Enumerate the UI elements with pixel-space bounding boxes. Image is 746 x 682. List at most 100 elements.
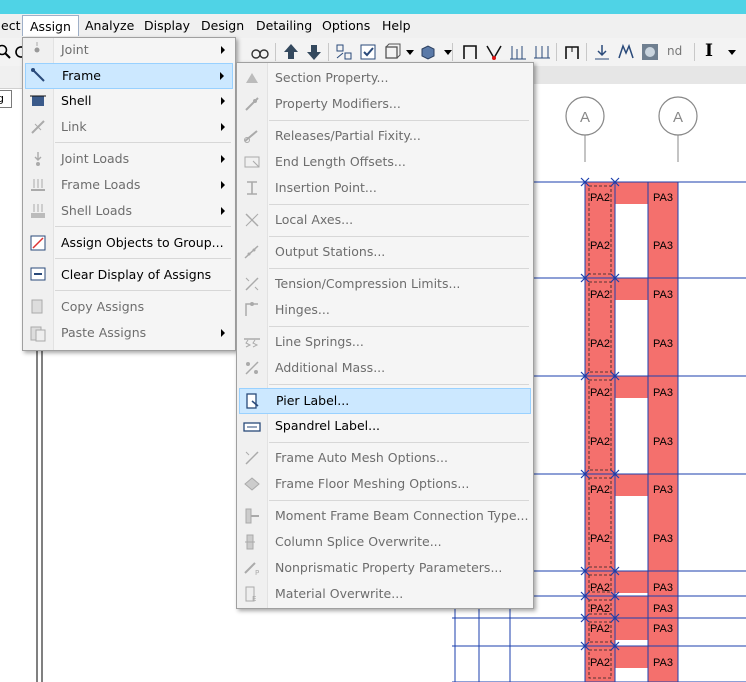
brace-icon[interactable] xyxy=(484,42,504,62)
menu-item-tension-compression-limits[interactable]: Tension/Compression Limits... xyxy=(239,272,531,296)
glasses-icon[interactable] xyxy=(250,42,270,62)
spandrel-fill xyxy=(615,618,648,640)
select-grid-icon[interactable] xyxy=(334,42,354,62)
joint-loads-icon xyxy=(34,152,42,166)
shell-loads-icon xyxy=(31,204,45,218)
menu-display[interactable]: Display xyxy=(137,16,197,35)
menu-item-joint-loads[interactable]: Joint Loads xyxy=(25,147,233,171)
column-icon[interactable] xyxy=(508,42,528,62)
pier-label-pa2: PA2 xyxy=(590,240,610,252)
menu-item-pier-label[interactable]: Pier Label... xyxy=(239,388,531,414)
load-icon[interactable] xyxy=(592,42,612,62)
menu-item-frame[interactable]: Frame xyxy=(25,63,233,89)
pier-label-pa2: PA2 xyxy=(590,533,610,545)
pier-label-pa3: PA3 xyxy=(653,657,673,669)
pier-label-pa3: PA3 xyxy=(653,533,673,545)
menu-item-property-modifiers[interactable]: Property Modifiers... xyxy=(239,92,531,116)
svg-text:P: P xyxy=(255,569,259,577)
menu-item-spandrel-label[interactable]: Spandrel Label... xyxy=(239,414,531,438)
section-property-icon xyxy=(246,73,258,83)
menu-design[interactable]: Design xyxy=(194,16,251,35)
link-icon xyxy=(31,120,45,134)
menu-item-copy-assigns[interactable]: Copy Assigns xyxy=(25,295,233,319)
pier-label-pa2: PA2 xyxy=(590,623,610,635)
menu-item-joint[interactable]: Joint xyxy=(25,38,233,62)
menu-item-frame-loads[interactable]: Frame Loads xyxy=(25,173,233,197)
pier-label-pa2: PA2 xyxy=(590,603,610,615)
spandrel-fill xyxy=(615,571,648,593)
menu-item-column-splice-overwrite[interactable]: Column Splice Overwrite... xyxy=(239,530,531,554)
frame-submenu: Section Property... Property Modifiers..… xyxy=(236,62,534,609)
menu-item-hinges[interactable]: Hinges... xyxy=(239,298,531,322)
releases-icon xyxy=(244,130,258,143)
spandrel-fill xyxy=(615,182,648,204)
menu-item-line-springs[interactable]: Line Springs... xyxy=(239,330,531,354)
move-down-icon[interactable] xyxy=(304,42,324,62)
moment-connection-icon xyxy=(245,508,259,524)
menu-item-link[interactable]: Link xyxy=(25,115,233,139)
menu-item-output-stations[interactable]: Output Stations... xyxy=(239,240,531,264)
spandrel-fill xyxy=(615,646,648,668)
menu-item-shell-loads[interactable]: Shell Loads xyxy=(25,199,233,223)
joint-icon xyxy=(34,42,40,53)
spandrel-fill xyxy=(615,596,648,618)
checkbox-icon[interactable] xyxy=(358,42,378,62)
menu-item-releases-partial-fixity[interactable]: Releases/Partial Fixity... xyxy=(239,124,531,148)
menu-item-nonprismatic-property-parameters[interactable]: P Nonprismatic Property Parameters... xyxy=(239,556,531,580)
chevron-down-icon[interactable] xyxy=(400,42,420,62)
grid-bubble-text: A xyxy=(673,109,683,126)
menu-item-local-axes[interactable]: Local Axes... xyxy=(239,208,531,232)
hinges-icon xyxy=(245,302,258,316)
menu-item-insertion-point[interactable]: Insertion Point... xyxy=(239,176,531,200)
pier-label-pa2: PA2 xyxy=(590,338,610,350)
menu-item-additional-mass[interactable]: Additional Mass... xyxy=(239,356,531,380)
story-dropdown[interactable]: g xyxy=(0,90,12,108)
menu-item-paste-assigns[interactable]: Paste Assigns xyxy=(25,321,233,345)
shell-icon xyxy=(30,95,46,106)
menu-item-section-property[interactable]: Section Property... xyxy=(239,66,531,90)
menu-item-end-length-offsets[interactable]: End Length Offsets... xyxy=(239,150,531,174)
menu-item-assign-objects-to-group[interactable]: Assign Objects to Group... xyxy=(25,231,233,255)
pier-label-pa2: PA2 xyxy=(590,582,610,594)
menu-item-frame-floor-meshing-options[interactable]: Frame Floor Meshing Options... xyxy=(239,472,531,496)
chevron-down-icon[interactable] xyxy=(722,42,742,62)
move-up-icon[interactable] xyxy=(281,42,301,62)
spandrel-fill xyxy=(615,278,648,300)
cube-icon[interactable] xyxy=(418,42,438,62)
spandrel-label-icon xyxy=(243,422,261,432)
pier-label-pa3: PA3 xyxy=(653,387,673,399)
box-dropdown-icon[interactable] xyxy=(382,42,402,62)
group-icon xyxy=(30,235,46,251)
pier-label-pa2: PA2 xyxy=(590,387,610,399)
view-tab-strip xyxy=(530,66,746,84)
menu-item-frame-auto-mesh-options[interactable]: Frame Auto Mesh Options... xyxy=(239,446,531,470)
pier-label-pa3: PA3 xyxy=(653,623,673,635)
menu-detailing[interactable]: Detailing xyxy=(249,16,319,35)
spandrel-fill xyxy=(615,474,648,496)
menu-options[interactable]: Options xyxy=(315,16,377,35)
frame-icon[interactable] xyxy=(460,42,480,62)
copy-icon xyxy=(31,299,43,314)
pier-label-icon xyxy=(246,393,259,409)
menu-help[interactable]: Help xyxy=(375,16,418,35)
spandrel-fill xyxy=(615,376,648,398)
render-icon[interactable] xyxy=(640,42,660,62)
text-tool-icon[interactable]: I xyxy=(705,41,713,61)
support-icon[interactable] xyxy=(532,42,552,62)
nd-label: nd xyxy=(667,44,683,58)
menu-item-material-overwrite[interactable]: E Material Overwrite... xyxy=(239,582,531,606)
auto-mesh-icon xyxy=(245,451,259,465)
menu-assign[interactable]: Assign xyxy=(22,15,79,36)
menu-analyze[interactable]: Analyze xyxy=(78,16,141,35)
menu-item-moment-frame-beam-connection-type[interactable]: Moment Frame Beam Connection Type... xyxy=(239,504,531,528)
pier-label-pa2: PA2 xyxy=(590,192,610,204)
menu-item-clear-display-of-assigns[interactable]: Clear Display of Assigns xyxy=(25,263,233,287)
paste-icon xyxy=(30,326,46,342)
clear-display-icon xyxy=(30,267,46,281)
truss-icon[interactable] xyxy=(616,42,636,62)
menubar: ect Assign Analyze Display Design Detail… xyxy=(0,14,746,39)
chevron-down-icon[interactable] xyxy=(438,42,458,62)
local-axes-icon xyxy=(245,213,259,227)
menu-item-shell[interactable]: Shell xyxy=(25,89,233,113)
portal-frame-icon[interactable] xyxy=(562,42,582,62)
